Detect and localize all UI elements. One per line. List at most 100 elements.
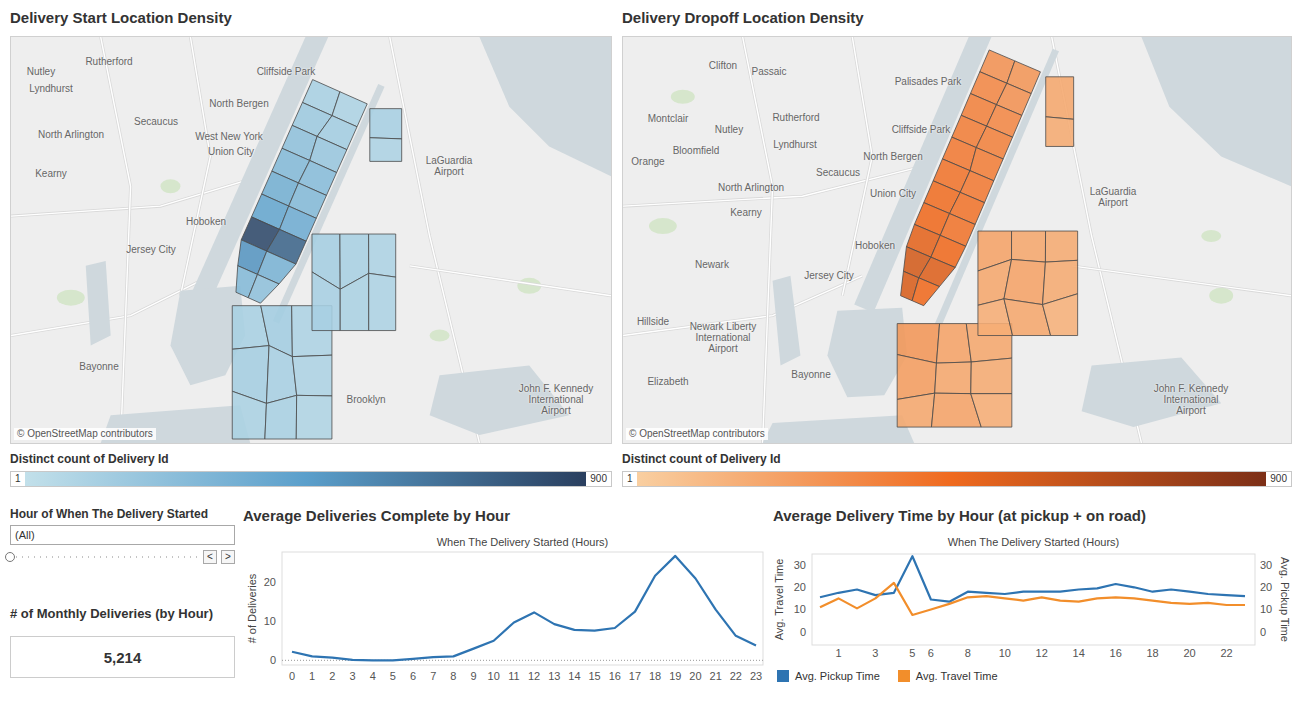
- zone[interactable]: [369, 234, 396, 277]
- zone[interactable]: [1046, 77, 1074, 119]
- x-tick: 16: [609, 670, 621, 682]
- density-map[interactable]: CliftonPassaicPalisades ParkMontclairRut…: [622, 36, 1292, 444]
- x-tick: 8: [965, 647, 971, 659]
- park: [1201, 230, 1221, 242]
- zone[interactable]: [936, 324, 971, 364]
- zone[interactable]: [1046, 117, 1074, 147]
- water: [763, 415, 915, 443]
- zone[interactable]: [292, 355, 332, 396]
- x-tick: 10: [488, 670, 500, 682]
- map-row: Delivery Start Location DensityNutleyRut…: [10, 0, 1292, 487]
- legend-swatch: [898, 670, 910, 682]
- prev-button[interactable]: <: [203, 550, 217, 564]
- place-label: Brooklyn: [347, 394, 386, 405]
- place-label: Rutherford: [85, 56, 132, 67]
- zone[interactable]: [370, 109, 402, 139]
- chart-canvas: When The Delivery Started (Hours)Avg. Tr…: [773, 525, 1292, 661]
- place-label: LaGuardia Airport: [426, 155, 473, 177]
- place-label: Bayonne: [79, 361, 118, 372]
- x-tick: 14: [1073, 647, 1085, 659]
- place-label: Rutherford: [772, 112, 819, 123]
- water: [1141, 37, 1291, 186]
- map-title: Delivery Dropoff Location Density: [622, 0, 1292, 36]
- zone[interactable]: [971, 394, 1012, 427]
- zone[interactable]: [340, 273, 369, 330]
- x-tick: 5: [909, 647, 915, 659]
- zone[interactable]: [1012, 231, 1046, 262]
- zone[interactable]: [897, 393, 934, 427]
- zone[interactable]: [265, 395, 297, 439]
- water: [827, 308, 907, 398]
- x-tick: 23: [750, 670, 762, 682]
- place-label: Jersey City: [804, 270, 853, 281]
- road: [11, 176, 260, 216]
- x-tick: 22: [730, 670, 742, 682]
- water: [86, 261, 111, 346]
- hour-dropdown[interactable]: (All): [10, 525, 235, 545]
- y-tick: 30: [1260, 559, 1272, 571]
- density-map[interactable]: NutleyRutherfordLyndhurstCliffside ParkN…: [10, 36, 612, 444]
- zone[interactable]: [312, 272, 340, 331]
- place-label: North Arlington: [718, 182, 784, 193]
- deliveries-chart: Average Deliveries Complete by HourWhen …: [243, 501, 765, 685]
- kpi-value: 5,214: [104, 649, 142, 666]
- zone[interactable]: [1004, 259, 1045, 304]
- chart-title: Average Deliveries Complete by Hour: [243, 507, 765, 525]
- y-tick: 30: [794, 559, 806, 571]
- zone[interactable]: [370, 138, 402, 162]
- place-label: Clifton: [709, 60, 737, 71]
- y-tick: 20: [794, 581, 806, 593]
- zone[interactable]: [912, 278, 939, 306]
- slider-thumb[interactable]: [5, 552, 15, 562]
- road: [1072, 266, 1291, 296]
- legend-item[interactable]: Avg. Pickup Time: [777, 669, 880, 683]
- x-tick: 12: [1036, 647, 1048, 659]
- zone[interactable]: [232, 391, 266, 439]
- y-axis-label: Avg. Travel Time: [773, 559, 785, 641]
- map-canvas: [623, 37, 1291, 443]
- color-legend: 1900: [10, 471, 612, 487]
- hour-slider[interactable]: [10, 552, 199, 562]
- road: [101, 37, 131, 443]
- zone[interactable]: [1045, 231, 1077, 262]
- x-tick: 17: [629, 670, 641, 682]
- place-label: John F. Kennedy International Airport: [1154, 383, 1229, 416]
- hour-slider-row: <>: [10, 550, 235, 564]
- zone[interactable]: [971, 358, 1012, 394]
- zone[interactable]: [897, 355, 936, 400]
- place-label: Secaucus: [134, 116, 178, 127]
- map-panel: Delivery Dropoff Location DensityClifton…: [622, 0, 1292, 487]
- plot-area: [282, 552, 763, 665]
- road: [842, 37, 872, 296]
- y-tick: 20: [1260, 581, 1272, 593]
- color-legend: 1900: [622, 471, 1292, 487]
- plot-area: [812, 554, 1255, 645]
- x-tick: 2: [329, 670, 335, 682]
- place-label: Jersey City: [126, 244, 175, 255]
- zone[interactable]: [935, 362, 972, 394]
- road: [842, 37, 872, 296]
- place-label: Newark: [695, 259, 729, 270]
- x-tick: 7: [430, 670, 436, 682]
- x-tick: 21: [710, 670, 722, 682]
- place-label: Montclair: [648, 113, 689, 124]
- park: [161, 179, 181, 193]
- legend-item[interactable]: Avg. Travel Time: [898, 669, 998, 683]
- zone[interactable]: [369, 273, 396, 330]
- place-label: Secaucus: [816, 167, 860, 178]
- next-button[interactable]: >: [221, 550, 235, 564]
- y-tick: 10: [264, 615, 276, 627]
- zone[interactable]: [248, 274, 279, 303]
- road: [743, 37, 773, 443]
- zone[interactable]: [296, 395, 332, 439]
- x-tick: 14: [568, 670, 580, 682]
- road: [101, 37, 131, 443]
- place-label: LaGuardia Airport: [1090, 186, 1137, 208]
- x-tick: 1: [309, 670, 315, 682]
- zone[interactable]: [266, 346, 296, 404]
- park: [1209, 288, 1233, 304]
- deliveries-line: [292, 556, 756, 660]
- zone[interactable]: [1043, 294, 1078, 336]
- road: [11, 176, 260, 216]
- x-tick: 18: [1146, 647, 1158, 659]
